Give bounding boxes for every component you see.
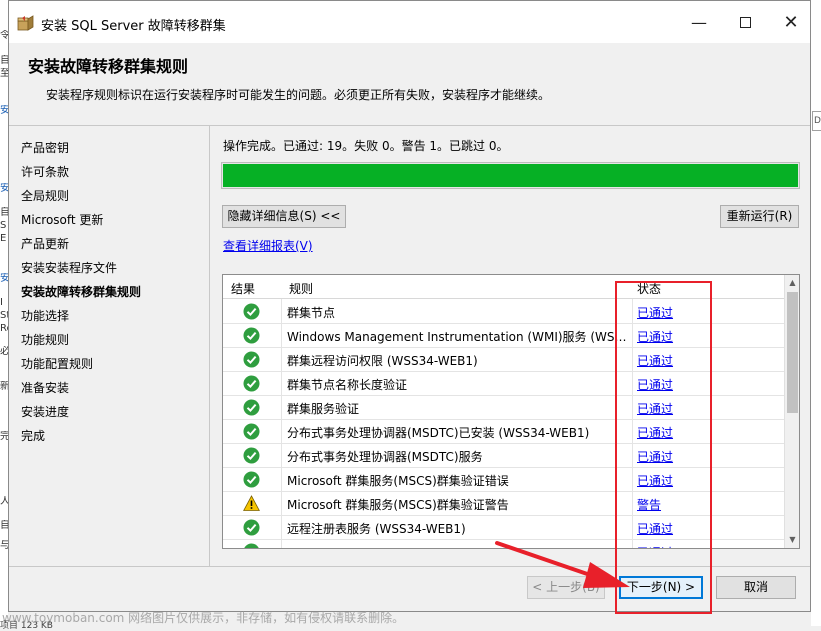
maximize-button[interactable] [722,9,768,37]
background-fragment: 安 [0,183,8,194]
operation-status: 操作完成。已通过: 19。失败 0。警告 1。已跳过 0。 [223,139,509,153]
grid-vertical-scrollbar[interactable]: ▲ ▼ [784,275,799,548]
nav-item: 安装故障转移群集规则 [21,285,142,299]
scroll-thumb[interactable] [787,292,798,413]
background-fragment: 令 [0,30,8,41]
check-icon [243,519,260,536]
view-report-link[interactable]: 查看详细报表(V) [223,237,313,254]
nav-item: 功能配置规则 [21,357,94,371]
background-fragment: E [0,233,7,244]
nav-item: 产品密钥 [21,141,70,155]
close-button[interactable]: ✕ [768,9,814,37]
window-title: 安装 SQL Server 故障转移群集 [41,19,226,34]
background-fragment: 自 [0,520,8,531]
nav-item: Microsoft 更新 [21,213,104,227]
nav-item: 准备安装 [21,381,70,395]
column-header-result[interactable]: 结果 [231,280,255,297]
check-icon [243,375,260,392]
check-icon [243,399,260,416]
background-fragment: I [0,297,3,308]
nav-item: 功能规则 [21,333,70,347]
maximize-icon [739,17,751,28]
check-icon [243,351,260,368]
rule-name: 分布式事务处理协调器(MSDTC)服务 [287,450,483,464]
title-bar: 安装 SQL Server 故障转移群集 — ✕ [9,1,810,43]
column-header-rule[interactable]: 规则 [289,280,313,297]
check-icon [243,327,260,344]
background-fragment: 完 [0,431,8,442]
background-fragment: 自 [0,207,8,218]
nav-item: 安装进度 [21,405,70,419]
nav-item: 安装安装程序文件 [21,261,118,275]
check-icon [243,447,260,464]
rule-name: Microsoft 群集服务(MSCS)群集验证错误 [287,474,509,488]
steps-nav: 产品密钥许可条款全局规则 Microsoft 更新 产品更新安装安装程序文件安装故障… [9,126,209,566]
background-fragment: 自 [0,55,8,66]
progress-bar [221,162,800,189]
nav-item: 功能选择 [21,309,70,323]
background-fragment: 新 [0,381,8,392]
rule-name: 群集节点 [287,306,336,320]
background-fragment: 必 [0,346,8,357]
background-window-right [811,0,821,626]
check-icon [243,303,260,320]
background-fragment: Re [0,323,8,334]
rule-name: 远程注册表服务 (WSS34-WEB1) [287,522,466,536]
rules-grid: 结果 规则 状态 群集节点 已通过 Windows Management Instr… [222,274,800,549]
nav-divider [209,126,210,566]
scroll-up-icon[interactable]: ▲ [785,275,799,291]
rule-name: Microsoft 群集服务(MSCS)群集验证警告 [287,498,509,512]
background-fragment: 至 [0,68,8,79]
rule-name: 群集远程访问权限 (WSS34-WEB1) [287,354,478,368]
watermark-text: www.toymoban.com 网络图片仅供展示，非存储，如有侵权请联系删除。 [2,611,405,625]
check-icon [243,423,260,440]
background-fragment: 与 [0,540,8,551]
page-title: 安装故障转移群集规则 [28,57,189,76]
nav-item: 完成 [21,429,46,443]
background-bottom-text: 项目 123 KB [0,621,53,631]
scroll-down-icon[interactable]: ▼ [785,532,799,548]
rule-name: 群集服务验证 [287,402,360,416]
check-icon [243,543,260,548]
hide-details-button[interactable]: 隐藏详细信息(S) << [222,205,346,228]
rule-name: 分布式事务处理协调器(MSDTC)已安装 (WSS34-WEB1) [287,426,590,440]
background-input: DV [812,111,821,131]
background-fragment: 安 [0,105,8,116]
background-fragment: St [0,310,8,321]
check-icon [243,471,260,488]
nav-item: 全局规则 [21,189,70,203]
back-button[interactable]: < 上一步(B) [527,576,605,599]
sql-server-setup-icon [17,15,34,31]
warning-icon [243,495,260,512]
nav-item: 许可条款 [21,165,70,179]
rule-name: Windows Management Instrumentation (WMI)… [287,330,632,344]
page-subtitle: 安装程序规则标识在运行安装程序时可能发生的问题。必须更正所有失败，安装程序才能继… [46,88,551,102]
nav-item: 产品更新 [21,237,70,251]
page-header: 安装故障转移群集规则 安装程序规则标识在运行安装程序时可能发生的问题。必须更正所… [9,43,810,113]
rerun-button[interactable]: 重新运行(R) [720,205,799,228]
rule-name: 群集节点名称长度验证 [287,378,408,392]
progress-fill [223,164,798,187]
background-fragment: 人 [0,496,8,507]
cancel-button[interactable]: 取消 [716,576,796,599]
background-fragment: S [0,220,7,231]
background-fragment: 安 [0,273,8,284]
minimize-button[interactable]: — [676,9,722,37]
annotation-highlight-box [615,281,712,614]
